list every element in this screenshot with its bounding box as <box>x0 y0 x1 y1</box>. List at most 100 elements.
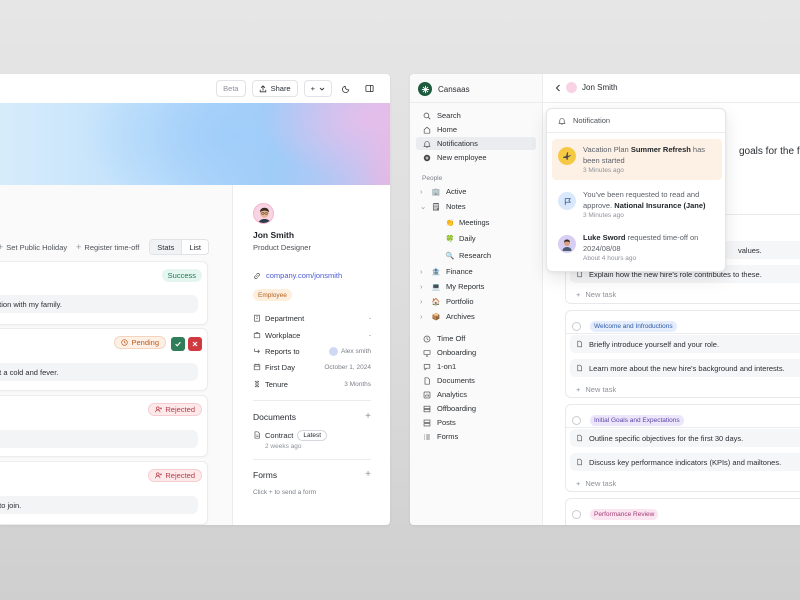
sidebar-item-home[interactable]: Home <box>416 123 536 136</box>
notification-text: You've been requested to read and approv… <box>583 190 706 210</box>
document-item[interactable]: Contract Latest <box>253 429 328 441</box>
notification-item[interactable]: Luke Sword requested time-off on 2024/08… <box>552 227 722 268</box>
view-switcher: Stats List <box>149 239 209 255</box>
new-task-label: New task <box>585 290 617 299</box>
new-task-label: New task <box>585 385 617 394</box>
group-radio[interactable] <box>572 416 581 425</box>
profile-link[interactable]: company.com/jonsmith <box>253 271 342 280</box>
timeoff-card[interactable]: Rejected t to join. <box>0 461 208 525</box>
back-chevron-icon[interactable] <box>555 84 561 92</box>
plus-icon: + <box>576 385 581 394</box>
new-task-button[interactable]: + New task <box>576 479 616 488</box>
add-document-button[interactable]: + <box>365 411 371 422</box>
share-button[interactable]: Share <box>251 80 298 97</box>
clock-icon <box>422 335 431 343</box>
timeoff-feed: + Set Public Holiday + Register time-off… <box>0 185 233 525</box>
home-icon <box>422 126 431 134</box>
file-icon <box>576 458 583 466</box>
notification-panel-header: Notification <box>547 109 725 133</box>
panel-toggle-button[interactable] <box>361 80 378 97</box>
divider <box>566 427 800 428</box>
chevron-right-icon: › <box>420 267 423 276</box>
timeoff-card[interactable]: Pending ht a cold and fever. <box>0 328 208 391</box>
sidebar-item-notes[interactable]: ⌄ 🗒 Notes <box>416 200 536 213</box>
tab-list[interactable]: List <box>182 240 208 254</box>
chart-icon <box>422 391 431 399</box>
group-radio[interactable] <box>572 322 581 331</box>
notification-item[interactable]: Vacation Plan Summer Refresh has been st… <box>552 139 722 180</box>
check-icon <box>174 340 182 348</box>
sidebar-item-one-on-one[interactable]: 1-on1 <box>416 360 536 373</box>
sidebar-item-onboarding[interactable]: Onboarding <box>416 346 536 359</box>
tab-stats[interactable]: Stats <box>150 240 183 254</box>
task-group: Welcome and Infroductions Briefly introd… <box>565 310 800 398</box>
breadcrumb-name[interactable]: Jon Smith <box>582 83 618 92</box>
sidebar-item-my-reports[interactable]: › 💻 My Reports <box>416 280 536 293</box>
sidebar-item-active[interactable]: › 🏢 Active <box>416 185 536 198</box>
register-timeoff-link[interactable]: + Register time-off <box>76 242 139 252</box>
calendar-icon <box>253 363 265 371</box>
sidebar-item-forms[interactable]: Forms <box>416 430 536 443</box>
sidebar-subitem-research[interactable]: 🔍 Research <box>445 249 491 262</box>
task-item[interactable]: Discuss key performance indicators (KPIs… <box>570 453 800 471</box>
set-public-holiday-link[interactable]: + Set Public Holiday <box>0 242 67 252</box>
sidebar-item-archives[interactable]: › 📦 Archives <box>416 310 536 323</box>
sidebar-item-analytics[interactable]: Analytics <box>416 388 536 401</box>
timeoff-card[interactable]: Success ation with my family. <box>0 261 208 325</box>
sidebar-item-posts[interactable]: Posts <box>416 416 536 429</box>
app-window: Cansaas Search Home Notifications New em… <box>410 74 800 525</box>
sidebar-item-search[interactable]: Search <box>416 109 536 122</box>
status-badge-label: Pending <box>131 338 159 347</box>
sidebar-item-label: Forms <box>437 432 459 441</box>
sidebar-item-offboarding[interactable]: Offboarding <box>416 402 536 415</box>
user-x-icon <box>155 406 163 413</box>
sidebar-item-finance[interactable]: › 🏦 Finance <box>416 265 536 278</box>
status-badge: Pending <box>114 336 166 349</box>
task-text: Outline specific objectives for the firs… <box>589 433 744 443</box>
theme-toggle-button[interactable] <box>338 80 355 97</box>
sidebar-item-notifications[interactable]: Notifications <box>416 137 536 150</box>
task-item[interactable]: Outline specific objectives for the firs… <box>570 429 800 447</box>
task-item[interactable]: Briefly introduce yourself and your role… <box>570 335 800 353</box>
new-task-button[interactable]: + New task <box>576 385 616 394</box>
add-form-button[interactable]: + <box>365 469 371 480</box>
divider <box>566 333 800 334</box>
notification-time: 3 Minutes ago <box>583 212 624 219</box>
sidebar-subitem-daily[interactable]: 🍀 Daily <box>445 232 476 245</box>
task-text: values. <box>738 245 762 255</box>
approve-button[interactable] <box>171 337 185 351</box>
task-item[interactable]: Learn more about the new hire's backgrou… <box>570 359 800 377</box>
brand[interactable]: Cansaas <box>418 82 470 96</box>
reject-button[interactable] <box>188 337 202 351</box>
sidebar-item-label: Time Off <box>437 334 466 343</box>
building-icon <box>253 314 265 322</box>
avatar <box>566 82 577 93</box>
sidebar-item-new-employee[interactable]: New employee <box>416 151 536 164</box>
notification-item[interactable]: You've been requested to read and approv… <box>552 184 722 225</box>
sidebar-item-label: Home <box>437 125 458 134</box>
group-radio[interactable] <box>572 510 581 519</box>
status-badge-label: Rejected <box>165 405 195 414</box>
request-message: ation with my family. <box>0 295 198 313</box>
sidebar-item-label: Offboarding <box>437 404 477 413</box>
sidebar-item-time-off[interactable]: Time Off <box>416 332 536 345</box>
add-menu-button[interactable]: + <box>303 80 332 97</box>
sidebar-item-label: Finance <box>446 267 473 276</box>
sidebar-subitem-meetings[interactable]: 👏 Meetings <box>445 216 490 229</box>
field-value: - <box>368 331 371 339</box>
avatar <box>558 235 576 253</box>
sidebar-item-documents[interactable]: Documents <box>416 374 536 387</box>
sidebar-item-portfolio[interactable]: › 🏠 Portfolio <box>416 295 536 308</box>
field-value[interactable]: Alex smith <box>329 346 371 356</box>
notification-panel-title: Notification <box>573 116 611 125</box>
share-icon <box>259 84 267 93</box>
timeoff-card[interactable]: Rejected <box>0 395 208 457</box>
main-content: Jon Smith goals for the first 3 values. … <box>543 74 800 525</box>
sidebar-item-label: My Reports <box>446 282 485 291</box>
new-task-button[interactable]: + New task <box>576 290 616 299</box>
task-group-header: Welcome and Infroductions <box>572 321 677 332</box>
field-workplace: Workplace - <box>253 329 371 341</box>
task-group-header: Initial Goals and Expectations <box>572 415 684 426</box>
field-label: Department <box>265 313 305 323</box>
request-message: ht a cold and fever. <box>0 363 198 381</box>
